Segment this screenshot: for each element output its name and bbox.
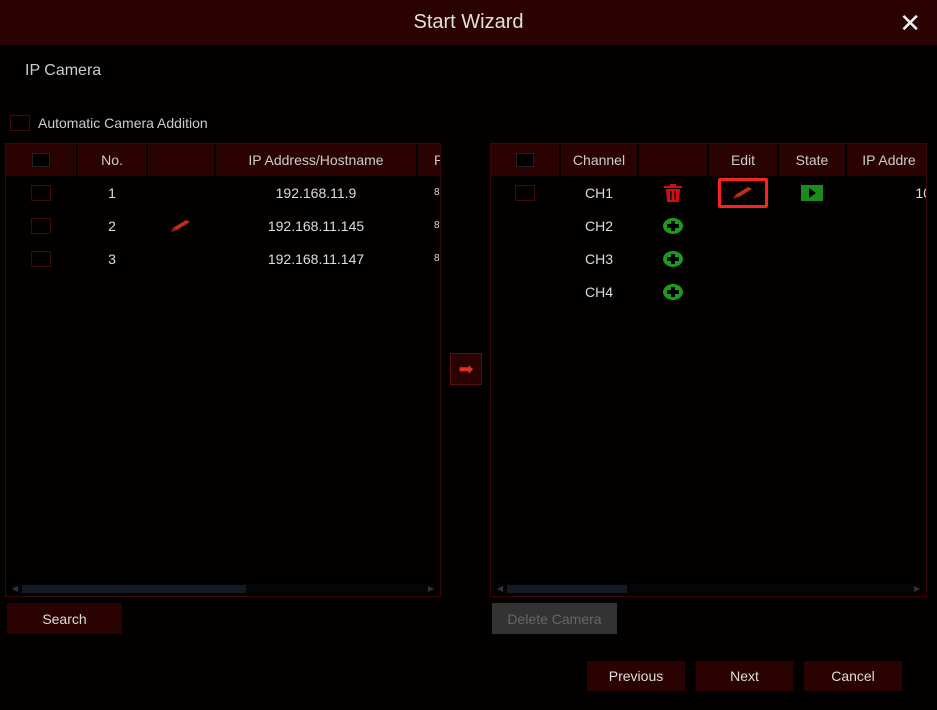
- channel-name: CH1: [584, 184, 613, 201]
- channel-row[interactable]: CH2: [491, 209, 926, 242]
- search-button[interactable]: Search: [7, 603, 122, 634]
- empty-cell: [148, 242, 214, 275]
- channel-row[interactable]: CH4: [491, 275, 926, 308]
- channel-row[interactable]: CH3: [491, 242, 926, 275]
- channel-ip: [847, 242, 926, 275]
- empty-cell: [148, 176, 214, 209]
- header-action: [639, 144, 707, 176]
- row-port: 8: [434, 220, 440, 231]
- add-icon[interactable]: [639, 209, 707, 242]
- header-edit[interactable]: Edit: [709, 144, 777, 176]
- row-checkbox[interactable]: [31, 184, 51, 201]
- automatic-addition-checkbox[interactable]: [10, 115, 30, 131]
- row-port: 8: [434, 187, 440, 198]
- add-icon[interactable]: [639, 242, 707, 275]
- header-ip-address[interactable]: IP Addre: [847, 144, 926, 176]
- add-to-channel-arrow-button[interactable]: ➡: [450, 353, 482, 385]
- header-channel[interactable]: Channel: [561, 144, 637, 176]
- empty-cell: [779, 209, 845, 242]
- header-no[interactable]: No.: [78, 144, 146, 176]
- row-ip: 192.168.11.9: [275, 184, 357, 201]
- row-port: 8: [434, 253, 440, 264]
- close-icon[interactable]: ✕: [899, 8, 921, 39]
- channel-row[interactable]: CH1 10: [491, 176, 926, 209]
- search-results-table: No. IP Address/Hostname P 1 192.168.11.9…: [5, 143, 441, 597]
- empty-cell: [709, 209, 777, 242]
- channel-ip: [847, 275, 926, 308]
- channel-name: CH3: [584, 250, 613, 267]
- delete-camera-button[interactable]: Delete Camera: [492, 603, 617, 634]
- header-port[interactable]: P: [418, 144, 440, 176]
- empty-cell: [709, 242, 777, 275]
- header-ip[interactable]: IP Address/Hostname: [216, 144, 416, 176]
- header-edit: [148, 144, 214, 176]
- table-row[interactable]: 2 192.168.11.145 8: [6, 209, 440, 242]
- row-number: 1: [108, 184, 116, 201]
- empty-cell: [779, 242, 845, 275]
- add-icon[interactable]: [639, 275, 707, 308]
- automatic-addition-label: Automatic Camera Addition: [38, 115, 208, 131]
- automatic-camera-addition[interactable]: Automatic Camera Addition: [10, 115, 208, 131]
- select-all-checkbox[interactable]: [491, 144, 559, 176]
- previous-button[interactable]: Previous: [587, 661, 685, 691]
- row-checkbox[interactable]: [515, 184, 535, 201]
- next-button[interactable]: Next: [696, 661, 793, 691]
- table-row[interactable]: 3 192.168.11.147 8: [6, 242, 440, 275]
- edit-pencil-icon[interactable]: [709, 176, 777, 209]
- row-ip: 192.168.11.147: [267, 250, 365, 267]
- row-checkbox[interactable]: [31, 217, 51, 234]
- channel-table: Channel Edit State IP Addre CH1 10 CH2 C…: [490, 143, 927, 597]
- header-state[interactable]: State: [779, 144, 845, 176]
- row-number: 2: [108, 217, 116, 234]
- horizontal-scrollbar[interactable]: ◀ ▶: [12, 584, 434, 594]
- select-all-checkbox[interactable]: [6, 144, 76, 176]
- empty-cell: [779, 275, 845, 308]
- section-title: IP Camera: [25, 62, 102, 79]
- channel-name: CH4: [584, 283, 613, 300]
- pencil-icon[interactable]: [148, 209, 214, 242]
- play-icon[interactable]: [779, 176, 845, 209]
- table-row[interactable]: 1 192.168.11.9 8: [6, 176, 440, 209]
- channel-ip: 10: [915, 184, 926, 201]
- row-ip: 192.168.11.145: [267, 217, 365, 234]
- window-title: Start Wizard: [413, 11, 524, 33]
- cancel-button[interactable]: Cancel: [804, 661, 902, 691]
- title-bar: Start Wizard: [0, 0, 937, 45]
- empty-cell: [709, 275, 777, 308]
- horizontal-scrollbar[interactable]: ◀ ▶: [497, 584, 920, 594]
- channel-ip: [847, 209, 926, 242]
- trash-icon[interactable]: [639, 176, 707, 209]
- row-checkbox[interactable]: [31, 250, 51, 267]
- row-number: 3: [108, 250, 116, 267]
- channel-name: CH2: [584, 217, 613, 234]
